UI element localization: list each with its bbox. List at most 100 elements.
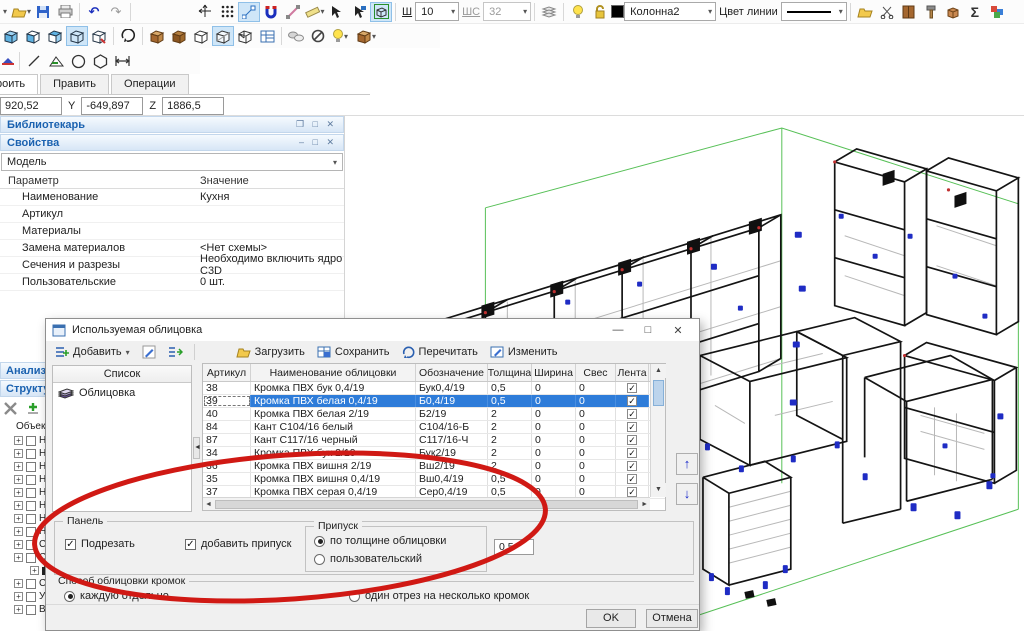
column-header[interactable]: Артикул: [203, 364, 251, 381]
trim-checkbox-box[interactable]: ✓: [65, 539, 76, 550]
dropdown-arrow-icon[interactable]: ▾: [0, 2, 10, 22]
by-thickness-radio[interactable]: по толщине облицовки: [314, 535, 446, 547]
expand-icon[interactable]: +: [14, 449, 23, 458]
bulb-icon[interactable]: [567, 2, 589, 22]
tree-checkbox[interactable]: [26, 488, 36, 498]
cube-edit-icon[interactable]: [88, 26, 110, 46]
property-row[interactable]: Пользовательские0 шт.: [0, 274, 344, 291]
cube-wire-icon[interactable]: [66, 26, 88, 46]
print-icon[interactable]: [54, 2, 76, 22]
line-tool-icon[interactable]: [23, 51, 45, 71]
save-list-button[interactable]: Сохранить: [312, 344, 395, 360]
scroll-left-icon[interactable]: ◄: [205, 501, 212, 508]
scroll-right-icon[interactable]: ►: [641, 501, 648, 508]
expand-icon[interactable]: +: [14, 579, 23, 588]
change-button[interactable]: Изменить: [485, 344, 563, 360]
polyline-tool-icon[interactable]: [45, 51, 67, 71]
hscroll-thumb[interactable]: [215, 500, 638, 509]
custom-radio-circle[interactable]: [314, 554, 325, 565]
tape-checkbox[interactable]: ✓: [627, 487, 637, 497]
expand-icon[interactable]: +: [14, 501, 23, 510]
shs-combo[interactable]: 32▾: [483, 2, 531, 21]
column-header[interactable]: Обозначение: [416, 364, 488, 381]
move-row-up-button[interactable]: ↑: [676, 453, 698, 475]
load-button[interactable]: Загрузить: [231, 344, 310, 360]
tape-checkbox-cell[interactable]: ✓: [616, 460, 649, 472]
measure-line-icon[interactable]: [282, 2, 304, 22]
tab-build[interactable]: Строить: [0, 74, 38, 95]
maximize-button[interactable]: □: [633, 324, 663, 337]
property-row[interactable]: Сечения и разрезыНеобходимо включить ядр…: [0, 257, 344, 274]
table-row[interactable]: 87Кант С117/16 черныйС117/16-Ч200✓: [203, 434, 665, 447]
tree-checkbox[interactable]: [26, 436, 36, 446]
expand-icon[interactable]: +: [14, 462, 23, 471]
tab-operations[interactable]: Операции: [111, 74, 188, 95]
hammer-icon[interactable]: [920, 2, 942, 22]
tools-icon[interactable]: [2, 400, 20, 416]
undo-icon[interactable]: ↶: [83, 2, 105, 22]
scroll-up-icon[interactable]: ▲: [651, 364, 666, 378]
one-cut-radio[interactable]: один отрез на несколько кромок: [349, 590, 529, 602]
reread-button[interactable]: Перечитать: [397, 344, 483, 361]
tape-checkbox-cell[interactable]: ✓: [616, 421, 649, 433]
table-row[interactable]: 40Кромка ПВХ белая 2/19Б2/19200✓: [203, 408, 665, 421]
tape-checkbox[interactable]: ✓: [627, 435, 637, 445]
table-hscrollbar[interactable]: ◄ ►: [203, 497, 650, 510]
tape-checkbox-cell[interactable]: ✓: [616, 447, 649, 459]
cabinet-icon[interactable]: [898, 2, 920, 22]
grid-snap-icon[interactable]: [216, 2, 238, 22]
layers-icon[interactable]: [538, 2, 560, 22]
tape-checkbox[interactable]: ✓: [627, 448, 637, 458]
rotate-view-icon[interactable]: [117, 26, 139, 46]
cube-shaded-icon[interactable]: [22, 26, 44, 46]
column-header[interactable]: Лента: [616, 364, 649, 381]
librarian-window-buttons[interactable]: ❒ □ ✕: [296, 119, 337, 130]
coord-x-input[interactable]: 920,52: [0, 97, 62, 115]
open-file-icon[interactable]: ▾: [10, 2, 32, 22]
lock-icon[interactable]: [589, 2, 611, 22]
allowance-value-input[interactable]: 0,5: [494, 539, 534, 555]
scroll-down-icon[interactable]: ▼: [651, 483, 666, 497]
move-out-button[interactable]: [163, 344, 188, 360]
edit-item-button[interactable]: [137, 343, 161, 361]
coord-z-input[interactable]: 1886,5: [162, 97, 224, 115]
sum-icon[interactable]: Σ: [964, 2, 986, 22]
circle-tool-icon[interactable]: [67, 51, 89, 71]
light-icon[interactable]: ▾: [329, 26, 351, 46]
table-view-icon[interactable]: [256, 26, 278, 46]
material-cube-icon[interactable]: [146, 26, 168, 46]
tape-checkbox-cell[interactable]: ✓: [616, 473, 649, 485]
list-item-edging[interactable]: Облицовка: [53, 383, 191, 403]
ruler-icon[interactable]: ▾: [304, 2, 326, 22]
redo-icon[interactable]: ↷: [105, 2, 127, 22]
layer-combo[interactable]: Колонна2▾: [624, 2, 716, 21]
current-color-swatch[interactable]: [611, 5, 624, 18]
cancel-button[interactable]: Отмена: [646, 609, 698, 628]
each-separately-radio-circle[interactable]: [64, 591, 75, 602]
tree-checkbox[interactable]: [26, 592, 36, 602]
tab-edit[interactable]: Править: [40, 74, 109, 95]
column-header[interactable]: Ширина: [532, 364, 576, 381]
tree-checkbox[interactable]: [26, 540, 36, 550]
export-icon[interactable]: [986, 2, 1008, 22]
tree-checkbox[interactable]: [26, 553, 36, 563]
allowance-checkbox[interactable]: ✓ добавить припуск: [185, 538, 291, 550]
vscroll-thumb[interactable]: [653, 380, 664, 406]
save-icon[interactable]: [32, 2, 54, 22]
dimension-tool-icon[interactable]: [111, 51, 133, 71]
tree-checkbox[interactable]: [26, 527, 36, 537]
tape-checkbox[interactable]: ✓: [627, 383, 637, 393]
tree-checkbox[interactable]: [26, 501, 36, 511]
expand-icon[interactable]: +: [14, 605, 23, 614]
expand-icon[interactable]: +: [14, 488, 23, 497]
properties-panel-header[interactable]: Свойства – □ ✕: [0, 134, 344, 151]
width-combo[interactable]: 10▾: [415, 2, 459, 21]
3d-view-icon[interactable]: [370, 2, 392, 22]
expand-icon[interactable]: +: [14, 553, 23, 562]
expand-icon[interactable]: +: [14, 475, 23, 484]
trim-checkbox[interactable]: ✓ Подрезать: [65, 538, 135, 550]
package-icon[interactable]: [942, 2, 964, 22]
tape-checkbox-cell[interactable]: ✓: [616, 395, 649, 407]
tree-checkbox[interactable]: [26, 462, 36, 472]
scissors-icon[interactable]: [876, 2, 898, 22]
